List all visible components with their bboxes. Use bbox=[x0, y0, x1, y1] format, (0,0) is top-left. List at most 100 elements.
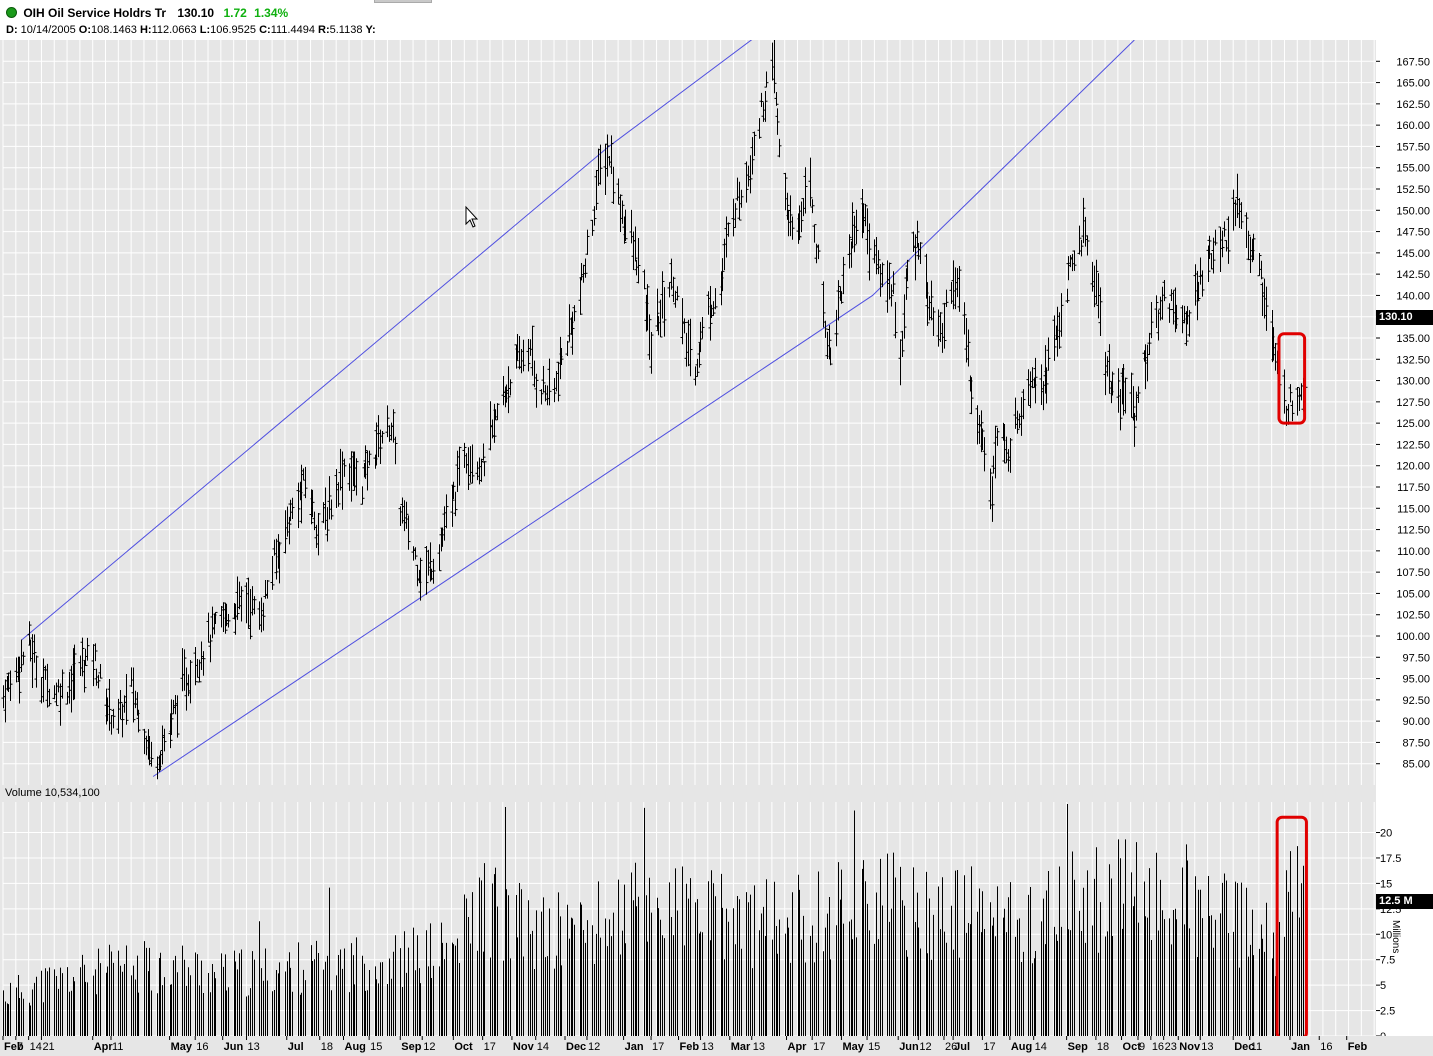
price-tick-label: 95.00 bbox=[1402, 674, 1430, 686]
price-tick-label: 155.00 bbox=[1396, 163, 1430, 175]
x-tick-label: 14 bbox=[1035, 1041, 1047, 1053]
x-tick-label: Sep bbox=[1068, 1041, 1088, 1053]
price-tick-label: 132.50 bbox=[1396, 354, 1430, 366]
x-tick-label: 12 bbox=[588, 1041, 600, 1053]
x-tick-label: Aug bbox=[345, 1041, 366, 1053]
x-tick-label: Jan bbox=[1291, 1041, 1310, 1053]
symbol-name: OIH Oil Service Holdrs Tr bbox=[23, 6, 167, 20]
x-tick-label: 17 bbox=[484, 1041, 496, 1053]
x-tick-label: Jan bbox=[625, 1041, 644, 1053]
x-tick-label: 17 bbox=[652, 1041, 664, 1053]
price-tick-label: 150.00 bbox=[1396, 205, 1430, 217]
x-tick-label: Oct bbox=[454, 1041, 473, 1053]
ohlc-readout: D: 10/14/2005 O:108.1463 H:112.0663 L:10… bbox=[6, 24, 376, 36]
x-tick-label: Aug bbox=[1011, 1041, 1032, 1053]
x-tick-label: 13 bbox=[247, 1041, 259, 1053]
x-tick-label: 12 bbox=[423, 1041, 435, 1053]
price-tick-label: 160.00 bbox=[1396, 120, 1430, 132]
price-tick-label: 97.50 bbox=[1402, 652, 1430, 664]
x-tick-label: Feb bbox=[1348, 1041, 1368, 1053]
x-tick-label: Apr bbox=[788, 1041, 808, 1053]
x-tick-label: 23 bbox=[1165, 1041, 1177, 1053]
price-axis: 85.00 87.50 90.00 92.50 95.00 97.50 100.00 102.… bbox=[1376, 56, 1430, 771]
price-tick-label: 122.50 bbox=[1396, 439, 1430, 451]
x-tick-label: 13 bbox=[701, 1041, 713, 1053]
price-tick-label: 145.00 bbox=[1396, 248, 1430, 260]
x-tick-label: 13 bbox=[1201, 1041, 1213, 1053]
x-tick-label: Nov bbox=[1179, 1041, 1201, 1053]
open-value: 108.1463 bbox=[91, 24, 137, 36]
x-tick-label: 15 bbox=[370, 1041, 382, 1053]
price-tick-label: 107.50 bbox=[1396, 567, 1430, 579]
price-tick-label: 87.50 bbox=[1402, 737, 1430, 749]
date-value: 10/14/2005 bbox=[20, 24, 76, 36]
price-tick-label: 85.00 bbox=[1402, 759, 1430, 771]
low-label: L: bbox=[199, 24, 211, 36]
x-tick-label: 18 bbox=[321, 1041, 333, 1053]
status-dot-icon bbox=[6, 7, 17, 18]
range-value: 5.1138 bbox=[329, 24, 363, 36]
x-tick-label: 12 bbox=[919, 1041, 931, 1053]
volume-tick-label: 15 bbox=[1380, 878, 1392, 890]
x-tick-label: 17 bbox=[983, 1041, 995, 1053]
x-tick-label: 14 bbox=[30, 1041, 42, 1053]
volume-tick-label: 2.5 bbox=[1380, 1006, 1395, 1018]
x-tick-label: 14 bbox=[537, 1041, 549, 1053]
x-tick-label: 9 bbox=[1139, 1041, 1145, 1053]
price-tick-label: 162.50 bbox=[1396, 99, 1430, 111]
range-label: R: bbox=[318, 24, 330, 36]
volume-tick-label: 5 bbox=[1380, 980, 1386, 992]
volume-chart[interactable]: 02.557.51012.51517.520 bbox=[0, 802, 1433, 1036]
x-tick-label: 7 bbox=[17, 1041, 23, 1053]
price-tick-label: 140.00 bbox=[1396, 290, 1430, 302]
x-tick-label: 13 bbox=[753, 1041, 765, 1053]
price-tick-label: 147.50 bbox=[1396, 227, 1430, 239]
x-tick-label: 16 bbox=[1152, 1041, 1164, 1053]
volume-tick-label: 7.5 bbox=[1380, 955, 1395, 967]
x-tick-label: 11 bbox=[1251, 1041, 1262, 1053]
price-tick-label: 90.00 bbox=[1402, 716, 1430, 728]
price-tick-label: 110.00 bbox=[1397, 546, 1430, 558]
price-change-pct: 1.34% bbox=[254, 6, 289, 20]
high-label: H: bbox=[139, 24, 152, 36]
x-tick-label: 18 bbox=[1097, 1041, 1109, 1053]
x-tick-label: Jun bbox=[224, 1041, 244, 1053]
low-value: 106.9525 bbox=[210, 24, 257, 36]
close-label: C: bbox=[259, 24, 271, 36]
price-tick-label: 115.00 bbox=[1397, 503, 1430, 515]
date-label: D: bbox=[6, 24, 18, 36]
x-tick-label: May bbox=[842, 1041, 864, 1053]
price-tick-label: 105.00 bbox=[1396, 588, 1430, 600]
volume-units-label: Millions bbox=[1390, 920, 1401, 954]
x-tick-label: Dec bbox=[566, 1041, 586, 1053]
price-tick-label: 135.00 bbox=[1396, 333, 1430, 345]
price-tick-label: 167.50 bbox=[1396, 56, 1430, 68]
price-change: 1.72 bbox=[223, 6, 247, 20]
price-tick-label: 120.00 bbox=[1396, 461, 1430, 473]
price-chart[interactable]: 85.00 87.50 90.00 92.50 95.00 97.50 100.00 102.… bbox=[0, 40, 1433, 785]
chart-header: OIH Oil Service Holdrs Tr 130.10 1.72 1.… bbox=[0, 0, 1433, 40]
x-tick-label: Sep bbox=[401, 1041, 421, 1053]
price-tick-label: 130.00 bbox=[1396, 376, 1430, 388]
x-tick-label: 16 bbox=[196, 1041, 208, 1053]
x-tick-label: 17 bbox=[813, 1041, 825, 1053]
close-value: 111.4494 bbox=[270, 24, 315, 36]
toolbar-tab[interactable] bbox=[374, 0, 432, 3]
symbol-title-row: OIH Oil Service Holdrs Tr 130.10 1.72 1.… bbox=[6, 6, 288, 20]
last-volume-badge: 12.5 M bbox=[1376, 894, 1433, 909]
volume-tick-label: 17.5 bbox=[1380, 853, 1401, 865]
volume-tick-label: 20 bbox=[1380, 828, 1392, 840]
price-tick-label: 165.00 bbox=[1396, 78, 1430, 90]
price-tick-label: 92.50 bbox=[1402, 695, 1430, 707]
x-tick-label: 21 bbox=[42, 1041, 54, 1053]
price-tick-label: 142.50 bbox=[1396, 269, 1430, 281]
price-tick-label: 125.00 bbox=[1396, 418, 1430, 430]
x-tick-label: 15 bbox=[868, 1041, 880, 1053]
high-value: 112.0663 bbox=[151, 24, 197, 36]
price-tick-label: 112.50 bbox=[1397, 525, 1430, 537]
x-tick-label: Nov bbox=[513, 1041, 535, 1053]
x-axis: Feb7 14 21 Apr 11 May 16 Jun 13 Jul 18 Aug 15 Sep 12 Oc… bbox=[2, 1036, 1368, 1053]
x-tick-label: May bbox=[171, 1041, 193, 1053]
last-price: 130.10 bbox=[177, 6, 215, 20]
volume-panel-label: Volume 10,534,100 bbox=[0, 785, 1376, 802]
